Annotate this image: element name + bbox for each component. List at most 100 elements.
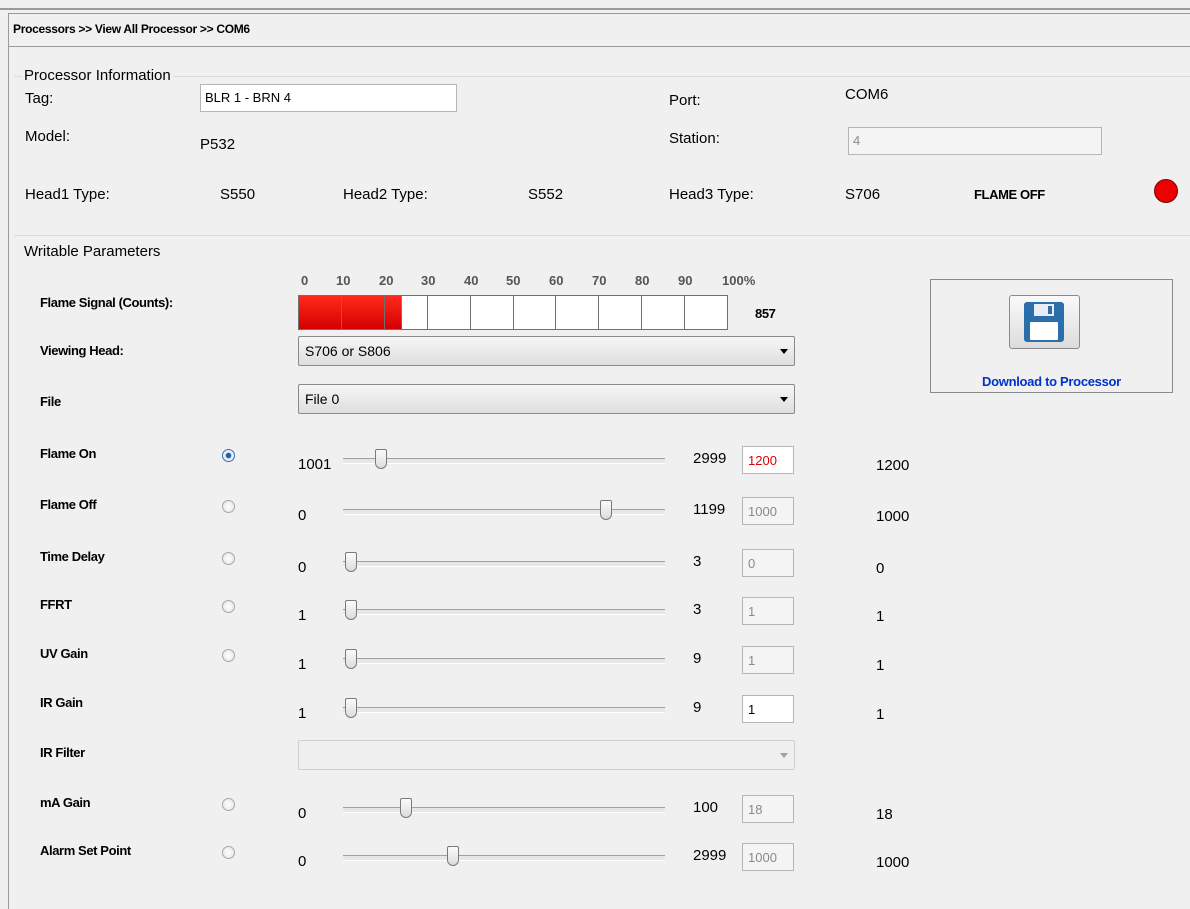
ffrt-label: FFRT [40,597,72,612]
head2-type-label: Head2 Type: [343,186,428,203]
chevron-down-icon [780,349,788,354]
model-value: P532 [200,136,236,153]
ffrt-max: 3 [693,601,702,618]
ma-gain-radio[interactable] [222,798,235,811]
top-border [0,8,1190,10]
ma-gain-input[interactable]: 18 [742,795,794,823]
flame-signal-tick: 50 [506,273,521,288]
flame-signal-segment [341,296,385,329]
alarm-set-point-label: Alarm Set Point [40,843,131,858]
ma-gain-current-value: 18 [876,806,893,823]
ma-gain-max: 100 [693,799,719,816]
download-to-processor-link[interactable]: Download to Processor [930,374,1173,389]
flame-on-current-value: 1200 [876,457,910,474]
uv-gain-input[interactable]: 1 [742,646,794,674]
writable-params-title: Writable Parameters [22,243,163,260]
file-select[interactable]: File 0 [298,384,795,414]
ffrt-input[interactable]: 1 [742,597,794,625]
time-delay-label: Time Delay [40,549,105,564]
station-label: Station: [669,130,720,147]
time-delay-radio[interactable] [222,552,235,565]
flame-signal-tick: 90 [678,273,693,288]
file-selected: File 0 [305,391,340,407]
flame-status-led-icon [1154,179,1178,203]
flame-signal-tick: 20 [379,273,394,288]
flame-on-slider-track[interactable] [343,458,665,464]
flame-off-slider-thumb[interactable] [600,500,612,520]
flame-signal-segment [642,296,686,329]
time-delay-input[interactable]: 0 [742,549,794,577]
port-label: Port: [669,92,701,109]
processor-info-group-border [14,76,1190,77]
ffrt-slider-track[interactable] [343,609,665,615]
flame-signal-segment [514,296,557,329]
ir-filter-label: IR Filter [40,745,85,760]
head1-type-label: Head1 Type: [25,186,110,203]
flame-signal-tick: 80 [635,273,650,288]
alarm-set-point-slider-track[interactable] [343,855,665,861]
uv-gain-label: UV Gain [40,646,88,661]
flame-signal-tick: 40 [464,273,479,288]
alarm-set-point-input[interactable]: 1000 [742,843,794,871]
flame-on-max: 2999 [693,450,727,467]
processor-info-title: Processor Information [22,67,173,84]
uv-gain-max: 9 [693,650,702,667]
time-delay-slider-track[interactable] [343,561,665,567]
flame-signal-segment [428,296,471,329]
breadcrumb: Processors >> View All Processor >> COM6 [13,22,250,36]
uv-gain-min: 1 [298,656,307,673]
ir-gain-label: IR Gain [40,695,83,710]
flame-signal-tick: 30 [421,273,436,288]
ir-gain-slider-track[interactable] [343,707,665,713]
floppy-disk-icon [1024,302,1064,342]
flame-off-radio[interactable] [222,500,235,513]
uv-gain-slider-thumb[interactable] [345,649,357,669]
alarm-set-point-min: 0 [298,853,307,870]
ffrt-min: 1 [298,607,307,624]
viewing-head-selected: S706 or S806 [305,343,391,359]
flame-signal-segment [685,296,727,329]
head2-type-value: S552 [528,186,564,203]
ma-gain-slider-track[interactable] [343,807,665,813]
port-value: COM6 [845,86,889,103]
flame-signal-segment [599,296,643,329]
flame-on-input[interactable]: 1200 [742,446,794,474]
tag-label: Tag: [25,90,54,107]
uv-gain-slider-track[interactable] [343,658,665,664]
flame-signal-segment [556,296,600,329]
alarm-set-point-max: 2999 [693,847,727,864]
ir-gain-input[interactable]: 1 [742,695,794,723]
flame-off-max: 1199 [693,501,726,518]
head1-type-value: S550 [220,186,256,203]
flame-on-slider-thumb[interactable] [375,449,387,469]
alarm-set-point-slider-thumb[interactable] [447,846,459,866]
flame-signal-tick: 100% [722,273,756,288]
alarm-set-point-radio[interactable] [222,846,235,859]
time-delay-slider-thumb[interactable] [345,552,357,572]
flame-on-radio[interactable] [222,449,235,462]
ffrt-slider-thumb[interactable] [345,600,357,620]
flame-off-min: 0 [298,507,307,524]
ffrt-radio[interactable] [222,600,235,613]
tag-input[interactable]: BLR 1 - BRN 4 [200,84,457,112]
flame-signal-label: Flame Signal (Counts): [40,295,173,310]
ma-gain-min: 0 [298,805,307,822]
flame-off-current-value: 1000 [876,508,910,525]
flame-signal-value: 857 [755,306,776,321]
station-input[interactable]: 4 [848,127,1102,155]
uv-gain-radio[interactable] [222,649,235,662]
flame-off-slider-track[interactable] [343,509,665,515]
ma-gain-label: mA Gain [40,795,91,810]
flame-signal-segment [299,296,342,329]
ma-gain-slider-thumb[interactable] [400,798,412,818]
flame-off-input[interactable]: 1000 [742,497,794,525]
head3-type-label: Head3 Type: [669,186,754,203]
flame-off-label: Flame Off [40,497,97,512]
ir-filter-select[interactable] [298,740,795,770]
ir-gain-slider-thumb[interactable] [345,698,357,718]
viewing-head-select[interactable]: S706 or S806 [298,336,795,366]
writable-group-border [14,235,1190,236]
chevron-down-icon [780,397,788,402]
time-delay-min: 0 [298,559,307,576]
flame-signal-tick: 0 [301,273,309,288]
